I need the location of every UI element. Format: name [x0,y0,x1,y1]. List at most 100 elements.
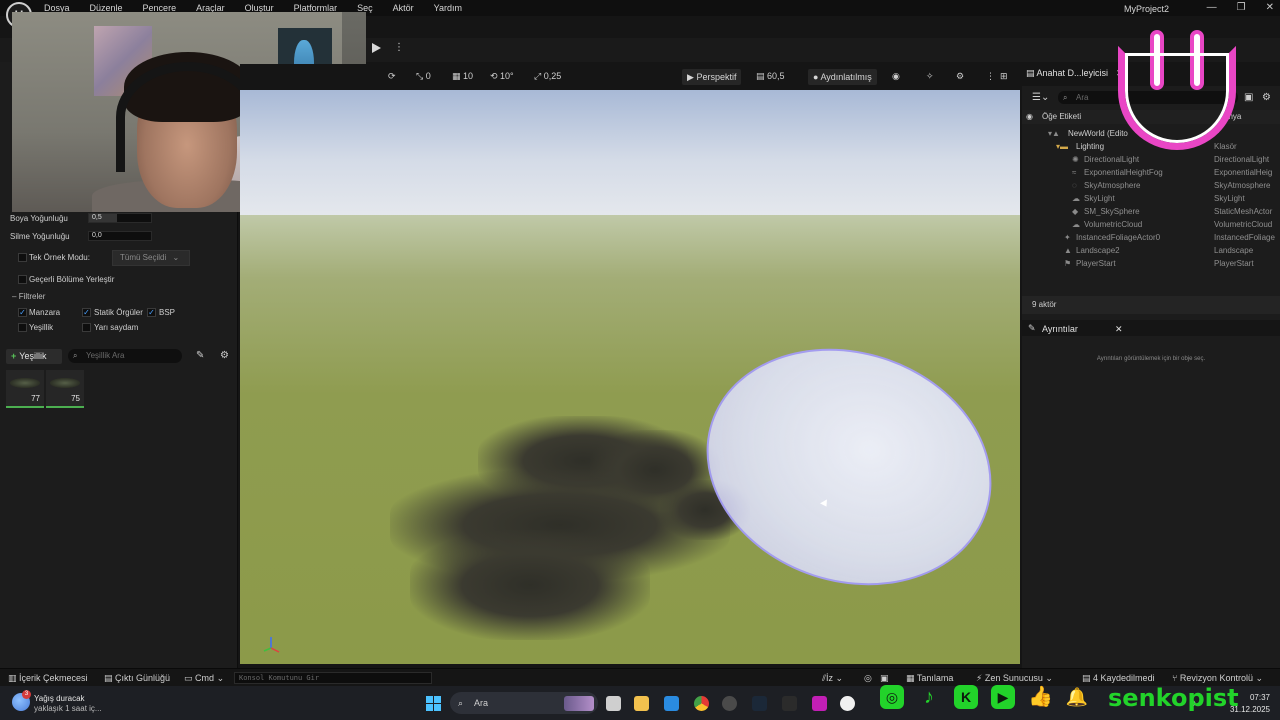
tiktok-icon: ♪ [924,686,934,708]
outliner-row[interactable]: ▲ Landscape2 Landscape [1022,244,1280,257]
chrome-icon[interactable] [694,696,709,711]
outliner-icon: ▤ [1026,68,1035,78]
filter-translucent-label: Yarı saydam [94,323,139,332]
gear-icon[interactable]: ⚙ [1262,92,1271,103]
search-icon: ⌕ [1063,93,1068,102]
erase-density-field[interactable]: 0,0 [88,231,152,241]
outliner-row-name: Landscape2 [1076,246,1120,255]
outliner-row-type: ExponentialHeig [1214,168,1273,177]
add-foliage-button[interactable]: + Yeşillik [6,349,62,364]
outliner-row[interactable]: ☁ VolumetricCloud VolumetricCloud [1022,218,1280,231]
layout-icon[interactable]: ⊞ [1000,71,1008,82]
content-drawer-button[interactable]: ▥ İçerik Çekmecesi [8,673,88,684]
windows-start-icon[interactable] [426,696,441,711]
outliner-tab[interactable]: ▤ Anahat D...leyicisi [1026,68,1108,79]
menu-yardim[interactable]: Yardım [434,3,462,13]
single-instance-dropdown-value: Tümü Seçildi [120,253,167,262]
details-tab[interactable]: Ayrıntılar [1042,324,1078,334]
paint-brush-icon[interactable]: ✎ [196,350,204,361]
actor-count: 9 aktör [1022,296,1280,314]
file-explorer-icon[interactable] [634,696,649,711]
outliner-row[interactable]: ⚑ PlayerStart PlayerStart [1022,257,1280,270]
menu-aktor[interactable]: Aktör [393,3,414,13]
unreal-engine-icon[interactable] [840,696,855,711]
outliner-row-name: SM_SkySphere [1084,207,1140,216]
settings-icon[interactable]: ⚙ [956,71,964,82]
filter-static-mesh-checkbox[interactable]: ✓ [82,308,91,317]
filter-icon[interactable]: ☰⌄ [1032,92,1049,103]
play-options-icon[interactable]: ⋮ [394,42,404,53]
github-icon[interactable] [722,696,737,711]
foliage-item[interactable]: 77 [6,370,44,408]
close-icon[interactable]: ✕ [1115,324,1123,335]
outliner-row[interactable]: ✺ DirectionalLight DirectionalLight [1022,153,1280,166]
headset [116,62,260,172]
filters-header[interactable]: – Filtreler [12,292,45,301]
task-view-icon[interactable] [606,696,621,711]
filter-foliage-checkbox[interactable] [18,323,27,332]
foliage-search-input[interactable]: ⌕ Yeşillik Ara [68,349,182,363]
epic-games-icon[interactable] [782,696,797,711]
filter-bsp-label: BSP [159,308,176,317]
place-in-partition-checkbox[interactable] [18,275,27,284]
lighting-mode-button[interactable]: ● Aydınlatılmış [808,69,877,85]
level-viewport[interactable]: ⟳ ⤡ 0 ▦ 10 ⟲ 10° ⤢ 0,25 ▶ Perspektif ▤ 6… [240,64,1020,664]
unsaved-label: 4 Kaydedilmedi [1093,673,1155,683]
angle-snap-button[interactable]: ⟲ 10° [490,71,514,82]
fov-value: 60,5 [767,71,785,81]
store-icon[interactable] [664,696,679,711]
widgets-icon[interactable] [564,696,594,711]
outliner-row[interactable]: ◌ SkyAtmosphere SkyAtmosphere [1022,179,1280,192]
surface-snap-icon[interactable]: ⤡ 0 [416,71,431,82]
weather-subtitle[interactable]: yaklaşık 1 saat iç... [34,704,102,713]
outliner-row[interactable]: ☁ SkyLight SkyLight [1022,192,1280,205]
weather-title[interactable]: Yağış duracak [34,694,85,703]
chevron-down-icon: ⌄ [1255,673,1264,683]
filter-landscape-checkbox[interactable]: ✓ [18,308,27,317]
filter-translucent-checkbox[interactable] [82,323,91,332]
play-icon[interactable] [372,43,381,53]
outliner-row[interactable]: ◆ SM_SkySphere StaticMeshActor [1022,205,1280,218]
details-icon: ✎ [1028,323,1036,333]
scale-snap-button[interactable]: ⤢ 0,25 [534,71,561,82]
foliage-item-count: 77 [31,394,40,403]
outliner-row[interactable]: ✦ InstancedFoliageActor0 InstancedFoliag… [1022,231,1280,244]
item-label-column[interactable]: Öğe Etiketi [1042,112,1081,121]
search-icon: ⌕ [458,698,464,708]
filter-bsp-checkbox[interactable]: ✓ [147,308,156,317]
viewport-options-icon[interactable]: ⋮ [986,71,995,82]
single-instance-checkbox[interactable] [18,253,27,262]
steam-icon[interactable] [752,696,767,711]
thumbs-up-icon: 👍 [1028,686,1053,708]
visibility-icon[interactable]: ◉ [1026,112,1033,121]
maximize-icon[interactable]: ❐ [1237,2,1246,13]
view-mode-button[interactable]: ▶ Perspektif [682,69,742,85]
outliner-row[interactable]: ≈ ExponentialHeightFog ExponentialHeig [1022,166,1280,179]
erase-density-value: 0,0 [92,232,102,239]
minimize-icon[interactable]: — [1207,2,1217,13]
folder-add-icon[interactable]: ▣ [1244,92,1253,103]
atmosphere-icon: ◌ [1072,181,1077,190]
single-instance-dropdown[interactable]: Tümü Seçildi ⌄ [112,250,190,266]
trace-button[interactable]: ⫽İz ⌄ [822,673,843,684]
transform-icon[interactable]: ⟳ [388,71,396,82]
record-icon[interactable]: ◎ [864,673,872,684]
paint-density-field[interactable]: 0,5 [88,213,152,223]
viewport-scene[interactable] [240,90,1020,664]
show-flags-icon[interactable]: ◉ [892,71,900,82]
gear-icon[interactable]: ⚙ [220,350,229,361]
cmd-dropdown[interactable]: ▭ Cmd ⌄ [184,673,224,684]
grid-snap-button[interactable]: ▦ 10 [452,71,473,82]
realtime-icon[interactable]: ✧ [926,71,934,82]
log-icon: ▤ [104,673,113,683]
fov-button[interactable]: ▤ 60,5 [756,71,785,82]
grass-thumbnail [10,378,40,388]
app-icon[interactable] [812,696,827,711]
console-input[interactable]: Konsol Komutunu Gir [234,672,432,684]
foliage-item[interactable]: 75 [46,370,84,408]
chevron-down-icon: ⌄ [835,673,844,683]
output-log-button[interactable]: ▤ Çıktı Günlüğü [104,673,170,684]
close-icon[interactable]: ✕ [1266,2,1274,13]
revision-control-button[interactable]: ⑂ Revizyon Kontrolü ⌄ [1172,673,1263,684]
search-icon: ⌕ [73,351,78,360]
